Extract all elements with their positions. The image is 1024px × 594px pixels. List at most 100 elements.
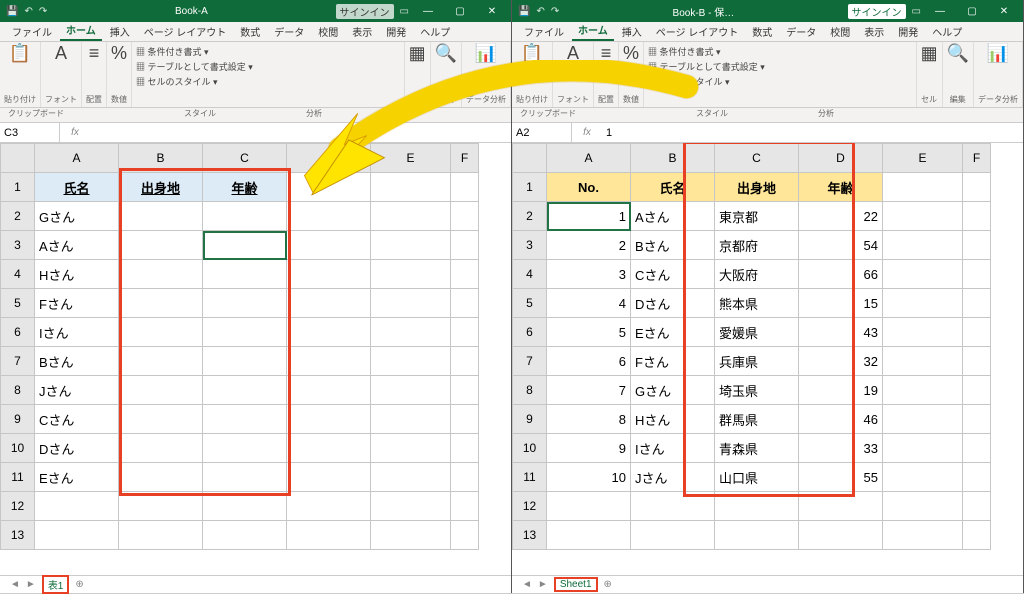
cell[interactable]: 4 — [547, 289, 631, 318]
cell[interactable] — [203, 434, 287, 463]
cell[interactable] — [883, 289, 963, 318]
tab-表示[interactable]: 表示 — [346, 22, 378, 41]
cell[interactable] — [883, 521, 963, 550]
cell[interactable] — [35, 521, 119, 550]
cell[interactable]: 6 — [547, 347, 631, 376]
row-header[interactable]: 7 — [513, 347, 547, 376]
cell[interactable]: 3 — [547, 260, 631, 289]
cell[interactable] — [451, 260, 479, 289]
cell[interactable]: 9 — [547, 434, 631, 463]
data-group[interactable]: 📊データ分析 — [462, 42, 511, 107]
cell[interactable]: Fさん — [631, 347, 715, 376]
tab-挿入[interactable]: 挿入 — [104, 22, 136, 41]
header-cell[interactable] — [287, 173, 371, 202]
cell[interactable]: 愛媛県 — [715, 318, 799, 347]
cell[interactable] — [287, 260, 371, 289]
signin-button[interactable]: サインイン — [848, 4, 906, 19]
align-group[interactable]: ≡配置 — [82, 42, 107, 107]
cell[interactable] — [287, 492, 371, 521]
cell[interactable] — [451, 376, 479, 405]
row-header[interactable]: 12 — [1, 492, 35, 521]
select-all-cell[interactable] — [513, 144, 547, 173]
sheet-tab[interactable]: 表1 — [42, 575, 70, 594]
cell[interactable]: Eさん — [35, 463, 119, 492]
cell[interactable] — [883, 231, 963, 260]
cell[interactable] — [451, 202, 479, 231]
cell[interactable]: 群馬県 — [715, 405, 799, 434]
cell[interactable]: 山口県 — [715, 463, 799, 492]
signin-button[interactable]: サインイン — [336, 4, 394, 19]
maximize-button[interactable]: ▢ — [959, 6, 985, 17]
cell[interactable] — [35, 492, 119, 521]
cell[interactable] — [963, 347, 991, 376]
cell[interactable]: Cさん — [631, 260, 715, 289]
maximize-button[interactable]: ▢ — [447, 6, 473, 17]
cell[interactable] — [371, 347, 451, 376]
data-group[interactable]: 📊データ分析 — [974, 42, 1023, 107]
tab-ホーム[interactable]: ホーム — [60, 20, 102, 41]
cell[interactable] — [451, 289, 479, 318]
row-header[interactable]: 13 — [513, 521, 547, 550]
minimize-button[interactable]: — — [415, 6, 441, 17]
cell[interactable]: Gさん — [35, 202, 119, 231]
cell[interactable]: Iさん — [631, 434, 715, 463]
header-cell[interactable]: 出身地 — [715, 173, 799, 202]
cell[interactable]: 1 — [547, 202, 631, 231]
cell[interactable] — [883, 347, 963, 376]
cell[interactable]: 43 — [799, 318, 883, 347]
cell[interactable] — [451, 347, 479, 376]
cell[interactable]: 京都府 — [715, 231, 799, 260]
sheet-grid[interactable]: ABCDEF1氏名出身地年齢2Gさん3Aさん4Hさん5Fさん6Iさん7Bさん8J… — [0, 143, 511, 575]
cell[interactable] — [547, 492, 631, 521]
cell[interactable] — [883, 376, 963, 405]
cell[interactable] — [119, 405, 203, 434]
cell[interactable] — [371, 376, 451, 405]
cell[interactable]: 54 — [799, 231, 883, 260]
sheet-nav-next-icon[interactable]: ► — [538, 579, 548, 590]
cell[interactable]: Eさん — [631, 318, 715, 347]
col-header-E[interactable]: E — [883, 144, 963, 173]
cell[interactable] — [287, 347, 371, 376]
row-header[interactable]: 8 — [1, 376, 35, 405]
cell[interactable] — [963, 463, 991, 492]
tab-校閲[interactable]: 校閲 — [824, 22, 856, 41]
row-header[interactable]: 4 — [513, 260, 547, 289]
cell[interactable] — [451, 434, 479, 463]
cell[interactable] — [371, 231, 451, 260]
col-header-A[interactable]: A — [35, 144, 119, 173]
cell[interactable] — [451, 231, 479, 260]
cell[interactable] — [547, 521, 631, 550]
cell[interactable] — [963, 492, 991, 521]
styles-group[interactable]: ▦ 条件付き書式 ▾▦ テーブルとして書式設定 ▾▦ セルのスタイル ▾ — [644, 42, 917, 107]
cell[interactable] — [287, 434, 371, 463]
col-header-C[interactable]: C — [203, 144, 287, 173]
cell[interactable] — [883, 492, 963, 521]
redo-icon[interactable]: ↷ — [551, 6, 559, 17]
cell[interactable] — [631, 492, 715, 521]
tab-ページ レイアウト[interactable]: ページ レイアウト — [650, 22, 745, 41]
cell[interactable] — [287, 463, 371, 492]
cell[interactable] — [883, 202, 963, 231]
cell[interactable] — [963, 260, 991, 289]
cell[interactable] — [203, 260, 287, 289]
cell[interactable] — [119, 521, 203, 550]
row-header[interactable]: 1 — [513, 173, 547, 202]
cell[interactable]: Cさん — [35, 405, 119, 434]
new-sheet-button[interactable]: ⊕ — [604, 579, 612, 590]
number-group[interactable]: %数値 — [619, 42, 644, 107]
cell[interactable]: Hさん — [631, 405, 715, 434]
row-header[interactable]: 10 — [1, 434, 35, 463]
cell[interactable] — [203, 521, 287, 550]
tab-ホーム[interactable]: ホーム — [572, 20, 614, 41]
tab-ヘルプ[interactable]: ヘルプ — [414, 22, 456, 41]
cell[interactable] — [371, 318, 451, 347]
tab-開発[interactable]: 開発 — [892, 22, 924, 41]
cell[interactable] — [371, 202, 451, 231]
cell[interactable]: 33 — [799, 434, 883, 463]
cell[interactable] — [287, 231, 371, 260]
cell[interactable] — [883, 463, 963, 492]
cell[interactable] — [631, 521, 715, 550]
cell[interactable]: 兵庫県 — [715, 347, 799, 376]
cell[interactable] — [203, 318, 287, 347]
cell[interactable] — [119, 463, 203, 492]
